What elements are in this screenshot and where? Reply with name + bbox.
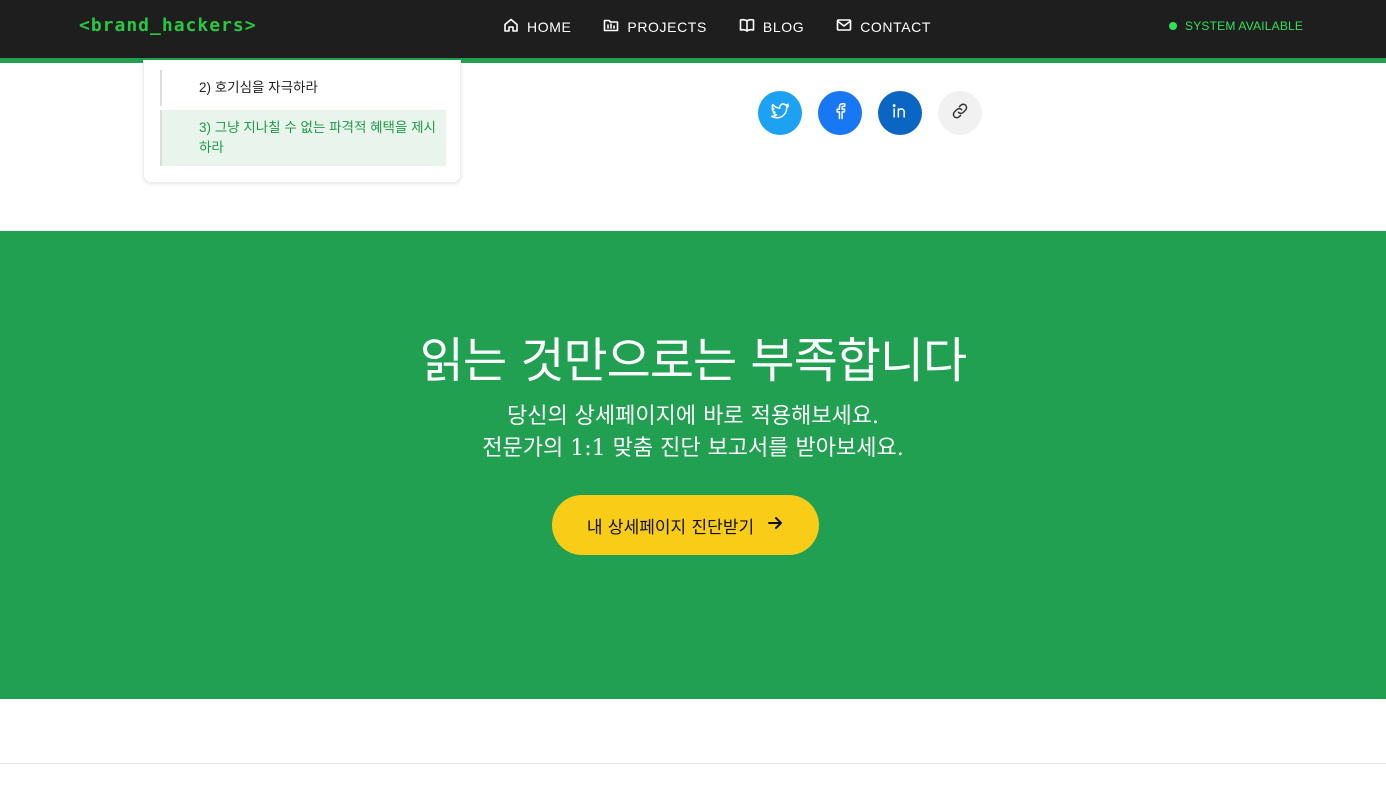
cta-subtitle-line: 전문가의 1:1 맞춤 진단 보고서를 받아보세요.	[482, 436, 904, 461]
table-of-contents: 2) 호기심을 자극하라 3) 그냥 지나칠 수 없는 파격적 혜택을 제시하라	[143, 60, 461, 183]
main-nav: HOME PROJECTS BLOG CONTACT	[503, 17, 931, 36]
facebook-icon	[830, 101, 850, 126]
nav-contact[interactable]: CONTACT	[836, 17, 931, 36]
share-buttons	[758, 91, 982, 135]
mail-icon	[836, 17, 852, 36]
home-icon	[503, 17, 519, 36]
share-facebook-button[interactable]	[818, 91, 862, 135]
arrow-right-icon	[766, 514, 784, 537]
book-icon	[739, 17, 755, 36]
status-dot-icon	[1169, 22, 1177, 30]
top-navigation-bar: <brand_hackers> HOME PROJECTS BLOG CONTA…	[0, 0, 1386, 58]
copy-link-button[interactable]	[938, 91, 982, 135]
cta-title: 읽는 것만으로는 부족합니다	[419, 333, 967, 389]
nav-home[interactable]: HOME	[503, 17, 571, 36]
toc-item[interactable]: 2) 호기심을 자극하라	[160, 70, 446, 106]
cta-section: 읽는 것만으로는 부족합니다 당신의 상세페이지에 바로 적용해보세요. 전문가…	[0, 231, 1386, 699]
share-twitter-button[interactable]	[758, 91, 802, 135]
footer-divider	[0, 763, 1386, 764]
system-status: SYSTEM AVAILABLE	[1169, 19, 1303, 33]
nav-blog[interactable]: BLOG	[739, 17, 804, 36]
link-icon	[950, 101, 970, 126]
brand-logo[interactable]: <brand_hackers>	[79, 15, 257, 36]
diagnose-button-label: 내 상세페이지 진단받기	[586, 517, 755, 538]
nav-projects[interactable]: PROJECTS	[603, 17, 706, 36]
nav-blog-label: BLOG	[762, 18, 805, 35]
nav-home-label: HOME	[527, 18, 572, 35]
folder-icon	[603, 17, 619, 36]
nav-projects-label: PROJECTS	[627, 18, 707, 35]
status-text: SYSTEM AVAILABLE	[1185, 19, 1304, 33]
twitter-icon	[770, 101, 790, 126]
linkedin-icon	[890, 101, 910, 126]
cta-subtitle: 당신의 상세페이지에 바로 적용해보세요. 전문가의 1:1 맞춤 진단 보고서…	[0, 401, 1386, 465]
diagnose-button[interactable]: 내 상세페이지 진단받기	[552, 495, 819, 555]
nav-contact-label: CONTACT	[860, 18, 932, 35]
share-linkedin-button[interactable]	[878, 91, 922, 135]
toc-item-active[interactable]: 3) 그냥 지나칠 수 없는 파격적 혜택을 제시하라	[160, 110, 446, 166]
cta-subtitle-line: 당신의 상세페이지에 바로 적용해보세요.	[506, 404, 880, 429]
